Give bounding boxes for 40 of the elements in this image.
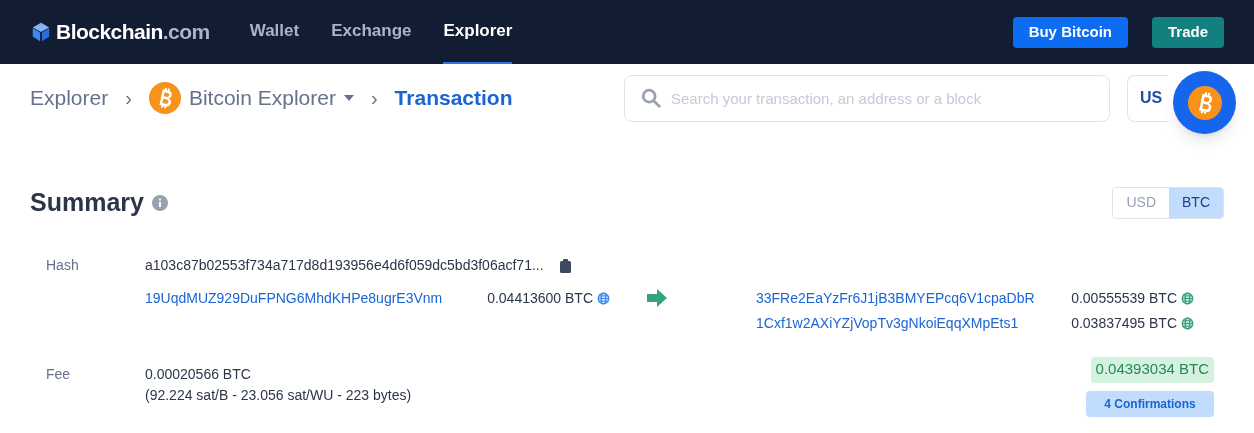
nav-button[interactable]: Trade	[1151, 16, 1224, 48]
confirmations-badge: 4 Confirmations	[1086, 390, 1214, 417]
search-icon	[640, 86, 662, 109]
breadcrumb-separator: ›	[125, 86, 132, 111]
explorer-dropdown[interactable]: Bitcoin Explorer	[188, 82, 354, 114]
breadcrumb-link[interactable]: Explorer	[30, 82, 109, 114]
clipboard-icon[interactable]	[559, 258, 571, 273]
nav-link[interactable]: Explorer	[443, 0, 513, 64]
address-link[interactable]: 1Cxf1w2AXiYZjVopTv3gNkoiEqqXMpEts1	[756, 312, 1019, 334]
globe-icon[interactable]	[1181, 291, 1194, 305]
total-amount-badge: 0.04393034 BTC	[1090, 356, 1214, 383]
summary-title: Summary	[30, 187, 144, 218]
field-label: Fee	[46, 364, 72, 384]
arrow-right-icon	[647, 288, 667, 307]
breadcrumb-current: Transaction	[394, 85, 513, 112]
amount-text: 0.00555539 BTC	[1071, 288, 1177, 308]
search-field[interactable]: Search your transaction, an address or a block	[624, 74, 1110, 122]
globe-icon[interactable]	[1181, 316, 1194, 330]
amount-text: 0.03837495 BTC	[1071, 313, 1177, 333]
bitcoin-icon	[148, 82, 181, 114]
currency-button[interactable]: US	[1127, 74, 1168, 122]
amount-text: 0.04413600 BTC	[487, 288, 593, 308]
address-link[interactable]: 19UqdMUZ929DuFPNG6MhdKHPe8ugrE3Vnm	[145, 287, 443, 309]
field-label: Hash	[46, 256, 80, 275]
address-link[interactable]: 33FRe2EaYzFr6J1jB3BMYEPcq6V1cpaDbR	[756, 287, 1035, 309]
nav-button[interactable]: Buy Bitcoin	[1012, 16, 1128, 48]
fee-amount: 0.00020566 BTC	[145, 364, 252, 384]
nav-link[interactable]: Exchange	[331, 0, 412, 64]
caret-icon	[343, 95, 354, 101]
nav-link[interactable]: Wallet	[249, 0, 300, 64]
breadcrumb-separator: ›	[370, 86, 378, 111]
floating-bitcoin-button[interactable]	[1173, 71, 1236, 134]
brand-logo-text[interactable]: Blockchain.com	[56, 16, 210, 48]
fee-details: (92.224 sat/B - 23.056 sat/WU - 223 bytes)	[145, 385, 412, 405]
bitcoin-icon	[1187, 85, 1222, 120]
cube-logo-icon	[30, 21, 52, 43]
currency-toggle[interactable]: BTC	[1169, 187, 1223, 218]
hash-value: a103c87b02553f734a717d8d193956e4d6f059dc5bd3f06acf71...	[145, 256, 544, 275]
globe-icon[interactable]	[597, 291, 610, 305]
info-icon[interactable]	[151, 194, 168, 211]
